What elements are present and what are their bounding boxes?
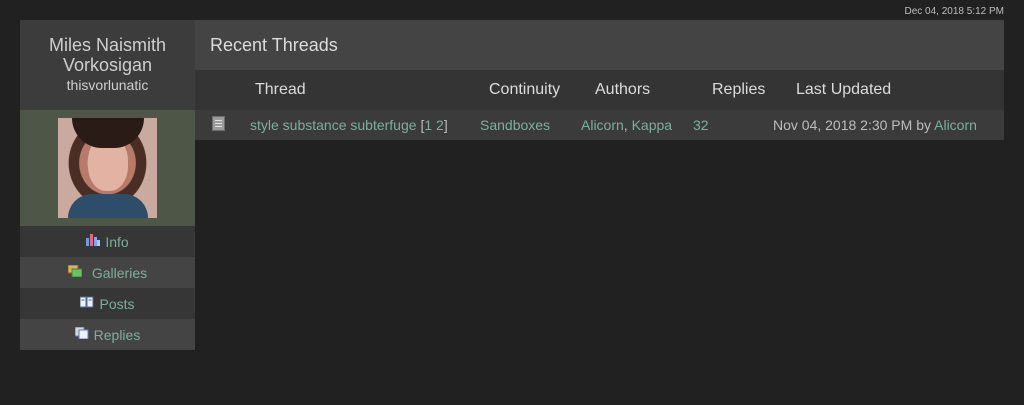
book-icon: [79, 295, 94, 307]
by-label: by: [916, 117, 931, 133]
sidebar-item-replies[interactable]: Replies: [20, 319, 195, 350]
column-continuity: Continuity: [489, 81, 561, 98]
threads-table: Thread Continuity Authors Replies Last U…: [195, 70, 1004, 140]
sidebar-item-label: Replies: [93, 326, 141, 343]
sidebar-item-label: Posts: [99, 295, 135, 312]
profile-username: thisvorlunatic: [66, 77, 149, 93]
sidebar-item-label: Info: [105, 233, 129, 250]
page-title: Recent Threads: [195, 20, 1004, 70]
table-header: Thread Continuity Authors Replies Last U…: [195, 70, 1004, 110]
gallery-icon: [67, 264, 83, 277]
table-row: style substance subterfuge [1 2] Sandbox…: [195, 110, 1004, 140]
sidebar-item-info[interactable]: Info: [20, 226, 195, 257]
avatar-container: [20, 110, 195, 226]
page-link-2[interactable]: 2: [436, 117, 444, 133]
sidebar-item-posts[interactable]: Posts: [20, 288, 195, 319]
recent-threads-panel: Recent Threads Thread Continuity Authors…: [195, 20, 1004, 140]
replies-count-link[interactable]: 32: [693, 117, 709, 133]
chart-icon: [86, 233, 101, 246]
profile-sidebar: Miles Naismith Vorkosigan thisvorlunatic…: [20, 20, 195, 350]
column-authors: Authors: [595, 81, 651, 98]
sidebar-item-label: Galleries: [91, 264, 148, 281]
thread-link[interactable]: style substance subterfuge: [250, 117, 417, 133]
timestamp: Dec 04, 2018 5:12 PM: [904, 6, 1004, 17]
continuity-link[interactable]: Sandboxes: [480, 117, 550, 133]
column-last-updated: Last Updated: [796, 81, 892, 98]
column-thread: Thread: [255, 81, 306, 98]
author-separator: ,: [623, 117, 628, 133]
last-author-link[interactable]: Alicorn: [934, 117, 977, 133]
avatar: [58, 118, 157, 218]
sidebar-item-galleries[interactable]: Galleries: [20, 257, 195, 288]
column-replies: Replies: [712, 81, 766, 98]
author-link[interactable]: Alicorn: [581, 117, 624, 133]
last-updated-date: Nov 04, 2018 2:30 PM: [773, 117, 913, 133]
pages-icon: [74, 326, 89, 339]
page-bracket-close: ]: [443, 117, 448, 133]
page-link-1[interactable]: 1: [424, 117, 432, 133]
author-link[interactable]: Kappa: [632, 117, 672, 133]
profile-header: Miles Naismith Vorkosigan thisvorlunatic: [20, 20, 195, 110]
document-icon[interactable]: [212, 116, 225, 131]
profile-name: Miles Naismith Vorkosigan: [48, 35, 167, 75]
